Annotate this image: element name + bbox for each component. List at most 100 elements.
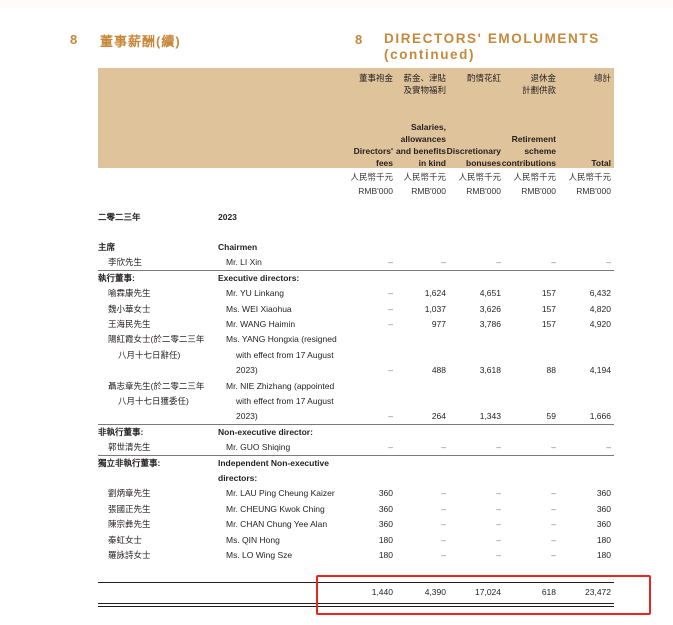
value-cell: – <box>441 534 446 545</box>
value-cell: 4,820 <box>589 303 611 314</box>
value-cell: 59 <box>546 411 556 422</box>
section-title-cn: 董事薪酬(續) <box>100 34 181 49</box>
value-cell: 180 <box>378 534 393 545</box>
value-cell: – <box>496 257 501 268</box>
value-cell: 3,618 <box>479 365 501 376</box>
unit-en: RMB'000 <box>466 186 501 196</box>
value-cell: – <box>551 519 556 530</box>
group-label-en: Executive directors: <box>218 272 300 283</box>
director-name-en: Ms. WEI Xiaohua <box>226 303 292 314</box>
value-cell: – <box>388 442 393 453</box>
value-cell: 88 <box>546 365 556 376</box>
header-spacer <box>531 109 611 121</box>
top-shade <box>0 0 673 8</box>
director-name-en: Mr. LAU Ping Cheung Kaizer <box>226 488 335 499</box>
director-name-cn: 李欣先生 <box>108 257 143 268</box>
group-label-cn: 主席 <box>98 242 116 252</box>
value-cell: – <box>388 319 393 329</box>
column-header-en-line: Total <box>591 158 611 169</box>
director-name-cn: 聶志章先生(於二零二三年 <box>108 380 205 391</box>
value-cell: – <box>388 411 393 422</box>
unit-cn: 人民幣千元 <box>513 172 556 182</box>
unit-label-4: 人民幣千元 RMB'000 <box>496 170 556 198</box>
group-divider <box>98 454 614 456</box>
value-cell: 3,786 <box>479 319 501 329</box>
director-name-cn: 劉炳章先生 <box>108 488 151 499</box>
column-header-cn-line: 總計 <box>593 73 611 83</box>
value-cell: – <box>441 442 446 453</box>
director-name-cn: 八月十七日獲委任) <box>118 395 189 406</box>
unit-en: RMB'000 <box>576 186 611 196</box>
value-cell: – <box>388 365 393 376</box>
section-title-en-line1: DIRECTORS' EMOLUMENTS <box>384 31 600 46</box>
value-cell: 4,920 <box>589 319 611 329</box>
director-name-en: with effect from 17 August <box>236 349 334 360</box>
director-name-en: Mr. NIE Zhizhang (appointed <box>226 380 335 391</box>
group-label-cn: 獨立非執行董事: <box>98 457 161 468</box>
value-cell: – <box>496 534 501 545</box>
unit-label-1: 人民幣千元 RMB'000 <box>333 170 393 198</box>
director-name-en: 2023) <box>236 365 258 376</box>
year-label-cn: 二零二三年 <box>98 212 141 222</box>
director-name-cn: 魏小華女士 <box>108 303 151 314</box>
value-cell: – <box>496 442 501 453</box>
director-name-en: Ms. LO Wing Sze <box>226 550 293 560</box>
unit-cn: 人民幣千元 <box>403 172 446 182</box>
value-cell: 180 <box>378 550 393 560</box>
section-title-en: DIRECTORS' EMOLUMENTS (continued) <box>384 31 600 63</box>
unit-cn: 人民幣千元 <box>568 172 611 182</box>
section-number-right: 8 <box>355 32 363 47</box>
director-name-en: 2023) <box>236 411 258 422</box>
value-cell: – <box>441 257 446 268</box>
value-cell: 1,343 <box>479 411 501 422</box>
value-cell: 360 <box>378 519 393 530</box>
value-cell: 264 <box>431 411 446 422</box>
unit-cn: 人民幣千元 <box>458 172 501 182</box>
director-name-cn: 張國正先生 <box>108 503 151 514</box>
value-cell: – <box>551 257 556 268</box>
header-spacer <box>531 145 611 157</box>
director-name-en: with effect from 17 August <box>236 395 334 406</box>
value-cell: – <box>551 442 556 453</box>
value-cell: 977 <box>431 319 446 329</box>
value-cell: 180 <box>596 534 611 545</box>
value-cell: 360 <box>596 488 611 499</box>
unit-en: RMB'000 <box>411 186 446 196</box>
director-name-cn: 八月十七日辭任) <box>118 349 181 360</box>
value-cell: 488 <box>431 365 446 376</box>
value-cell: 4,651 <box>479 288 501 299</box>
group-label-en: Chairmen <box>218 242 258 252</box>
unit-label-5: 人民幣千元 RMB'000 <box>551 170 611 198</box>
unit-en: RMB'000 <box>358 186 393 196</box>
value-cell: – <box>441 488 446 499</box>
value-cell: 157 <box>541 288 556 299</box>
director-name-cn: 喻霖康先生 <box>108 288 151 299</box>
value-cell: – <box>441 550 446 560</box>
director-name-cn: 秦虹女士 <box>108 534 143 545</box>
value-cell: – <box>496 519 501 530</box>
year-label-en: 2023 <box>218 212 237 222</box>
header-spacer <box>531 84 611 96</box>
value-cell: – <box>496 550 501 560</box>
value-cell: 3,626 <box>479 303 501 314</box>
director-name-cn: 郭世清先生 <box>108 442 151 453</box>
value-cell: – <box>606 442 611 453</box>
section-number-left: 8 <box>70 32 78 47</box>
value-cell: 4,194 <box>589 365 611 376</box>
director-name-en: Mr. LI Xin <box>226 257 262 268</box>
value-cell: – <box>441 519 446 530</box>
director-name-cn: 王海民先生 <box>108 319 151 329</box>
director-name-en: Mr. CHEUNG Kwok Ching <box>226 503 325 514</box>
value-cell: – <box>496 503 501 514</box>
group-divider <box>98 269 614 271</box>
header-spacer <box>531 133 611 145</box>
value-cell: 6,432 <box>589 288 611 299</box>
value-cell: – <box>441 503 446 514</box>
value-cell: – <box>496 488 501 499</box>
value-cell: – <box>551 488 556 499</box>
value-cell: – <box>551 534 556 545</box>
value-cell: – <box>551 503 556 514</box>
value-cell: – <box>551 550 556 560</box>
value-cell: 157 <box>541 303 556 314</box>
value-cell: 1,666 <box>589 411 611 422</box>
